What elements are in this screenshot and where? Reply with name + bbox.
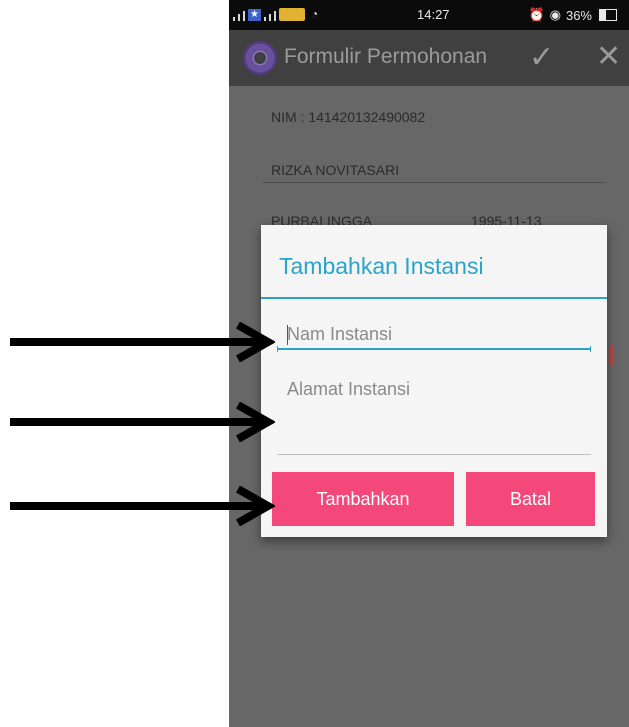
annotation-arrow-icon [10,322,275,362]
text-cursor [287,325,288,345]
name-field[interactable]: RIZKA NOVITASARI [271,162,399,178]
status-icons-right: ⏰ ◉ 36% [528,7,617,23]
institution-address-input[interactable] [277,375,591,455]
annotation-arrow-icon [10,486,275,526]
app-logo-icon [243,41,277,75]
app-bar: Formulir Permohonan ✓ ✕ [229,30,629,86]
close-icon[interactable]: ✕ [596,39,621,74]
add-button[interactable]: Tambahkan [272,472,454,526]
page-title: Formulir Permohonan [284,45,488,68]
status-bar: ★ ◔ 14:27 ⏰ ◉ 36% [229,0,629,30]
input-edge-tick [590,346,591,352]
signal-icon [233,17,235,21]
signal-icon [264,17,266,21]
form-indicator [609,346,613,366]
institution-name-input[interactable] [277,320,591,350]
cancel-button[interactable]: Batal [466,472,595,526]
app-notification-icon: ★ [248,9,261,21]
name-underline [263,182,605,183]
dialog-title-divider [261,297,607,299]
signal-icon [243,11,245,21]
input-edge-tick [277,346,278,352]
signal-icon [238,14,240,21]
data-speed-icon [279,8,305,21]
battery-percent: 36% [565,7,592,23]
signal-icon [274,11,276,21]
status-icons-left: ★ ◔ [233,7,318,21]
eye-icon: ◉ [549,7,561,22]
check-icon[interactable]: ✓ [529,40,554,75]
wifi-icon: ◔ [311,7,319,21]
status-time: 14:27 [417,7,450,22]
annotation-arrow-icon [10,402,275,442]
add-institution-dialog: Tambahkan Instansi Tambahkan Batal [261,225,607,537]
battery-icon [599,9,617,21]
nim-label: NIM : 141420132490082 [271,109,426,125]
alarm-icon: ⏰ [528,7,545,22]
signal-icon [269,14,271,21]
dialog-title: Tambahkan Instansi [279,253,484,279]
